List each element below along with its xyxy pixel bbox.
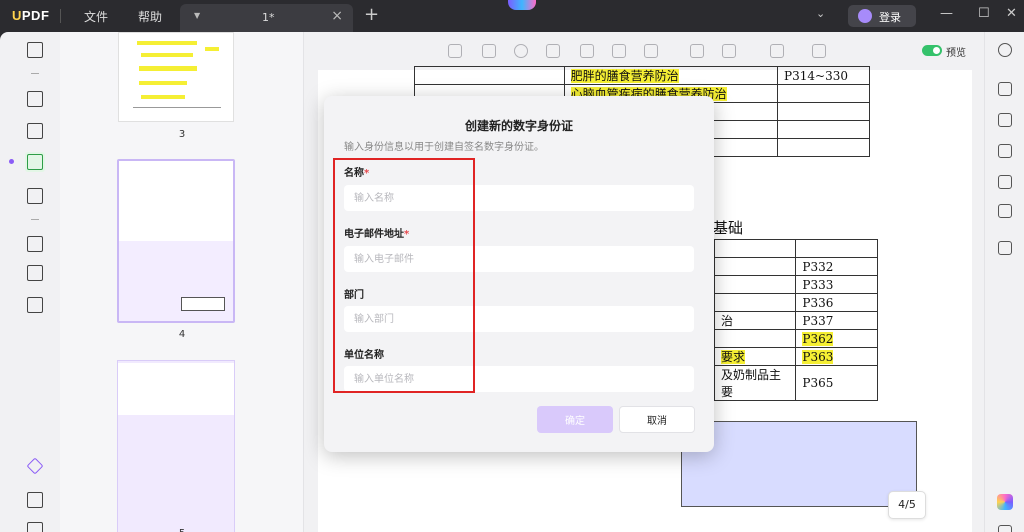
divider bbox=[31, 219, 39, 220]
document-tab[interactable]: ▼ 1* × bbox=[180, 4, 353, 32]
avatar-icon bbox=[858, 9, 872, 23]
heading-fragment: 基础 bbox=[713, 219, 744, 237]
layers-icon[interactable] bbox=[25, 456, 45, 476]
notes-icon[interactable] bbox=[998, 525, 1012, 532]
page-thumbnail-selected[interactable] bbox=[117, 159, 235, 323]
tools-icon[interactable] bbox=[25, 295, 45, 315]
text-field-icon[interactable] bbox=[448, 44, 462, 58]
page-number-label: 5 bbox=[60, 528, 303, 532]
close-window-icon[interactable]: ✕ bbox=[1006, 6, 1017, 21]
dialog-subtitle: 输入身份信息以用于创建自签名数字身份证。 bbox=[344, 142, 544, 153]
table-cell: P363 bbox=[802, 349, 834, 364]
tab-name: 1* bbox=[262, 11, 275, 24]
table-cell bbox=[713, 293, 797, 312]
email-icon[interactable] bbox=[998, 204, 1012, 218]
reader-icon[interactable] bbox=[25, 40, 45, 60]
chevron-down-icon[interactable]: ⌄ bbox=[816, 7, 825, 20]
fill-sign-icon[interactable] bbox=[25, 186, 45, 206]
attachment-icon[interactable] bbox=[25, 520, 45, 532]
table-cell bbox=[713, 329, 797, 348]
bookmark-icon[interactable] bbox=[25, 490, 45, 510]
organize-pages-icon[interactable] bbox=[25, 234, 45, 254]
grid-icon[interactable] bbox=[722, 44, 736, 58]
table-cell: P333 bbox=[795, 275, 878, 294]
table-cell: P362 bbox=[802, 331, 834, 346]
cancel-button[interactable]: 取消 bbox=[619, 406, 695, 433]
table-cell: P365 bbox=[795, 365, 878, 401]
page-indicator[interactable]: 4/5 bbox=[888, 491, 926, 519]
dialog-title: 创建新的数字身份证 bbox=[464, 119, 573, 133]
form-toolbar: 预览 bbox=[304, 32, 984, 70]
align-icon[interactable] bbox=[770, 44, 784, 58]
share-icon[interactable] bbox=[998, 175, 1012, 189]
app-logo: UPDF bbox=[12, 8, 50, 23]
protect-icon[interactable] bbox=[998, 144, 1012, 158]
page-thumbnail[interactable] bbox=[118, 32, 234, 122]
preview-toggle[interactable] bbox=[922, 45, 942, 56]
ai-icon[interactable] bbox=[997, 494, 1013, 510]
doc-table-refs: P332 P333 P336 治 P337 P362 要求 P363 及奶制品主要 P… bbox=[713, 239, 878, 401]
form-field-box[interactable] bbox=[681, 421, 917, 507]
save-icon[interactable] bbox=[998, 241, 1012, 255]
active-indicator bbox=[9, 159, 14, 164]
table-cell: P314~330 bbox=[777, 66, 870, 85]
page-number-label: 4 bbox=[178, 329, 186, 340]
menu-file[interactable]: 文件 bbox=[84, 8, 108, 25]
properties-icon[interactable] bbox=[812, 44, 826, 58]
title-bar: UPDF 文件 帮助 ▼ 1* × + ⌄ 登录 — ☐ ✕ bbox=[0, 0, 1024, 32]
dropdown-field-icon[interactable] bbox=[546, 44, 560, 58]
table-cell: 治 bbox=[713, 311, 797, 330]
table-cell: 肥胖的膳食营养防治 bbox=[570, 69, 679, 83]
digital-id-dialog: 创建新的数字身份证 输入身份信息以用于创建自签名数字身份证。 名称* 电子邮件地… bbox=[324, 96, 714, 452]
right-tool-strip bbox=[984, 32, 1024, 532]
button-field-icon[interactable] bbox=[612, 44, 626, 58]
table-cell bbox=[713, 275, 797, 294]
form-icon[interactable] bbox=[25, 152, 45, 172]
comment-icon[interactable] bbox=[25, 89, 45, 109]
preview-label: 预览 bbox=[946, 48, 966, 59]
left-tool-strip bbox=[0, 32, 60, 532]
convert-icon[interactable] bbox=[998, 113, 1012, 127]
divider bbox=[31, 73, 39, 74]
new-tab-icon[interactable]: + bbox=[364, 4, 379, 25]
page-number-label: 3 bbox=[178, 129, 186, 140]
table-cell: 要求 bbox=[721, 350, 746, 364]
table-cell: P332 bbox=[795, 257, 878, 276]
signature-field-icon[interactable] bbox=[644, 44, 658, 58]
minimize-icon[interactable]: — bbox=[940, 6, 953, 21]
list-box-icon[interactable] bbox=[580, 44, 594, 58]
page-thumbnail[interactable] bbox=[117, 360, 235, 532]
table-cell: 及奶制品主要 bbox=[713, 365, 797, 401]
table-cell: P336 bbox=[795, 293, 878, 312]
title-separator bbox=[60, 9, 61, 23]
checkbox-icon[interactable] bbox=[482, 44, 496, 58]
table-cell: P337 bbox=[795, 311, 878, 330]
login-button[interactable]: 登录 bbox=[848, 5, 916, 27]
crop-icon[interactable] bbox=[25, 263, 45, 283]
highlight-annotation bbox=[333, 158, 475, 393]
edit-pdf-icon[interactable] bbox=[25, 121, 45, 141]
menu-help[interactable]: 帮助 bbox=[138, 8, 162, 25]
duplicate-icon[interactable] bbox=[690, 44, 704, 58]
confirm-button[interactable]: 确定 bbox=[537, 406, 613, 433]
maximize-icon[interactable]: ☐ bbox=[978, 6, 990, 21]
ai-assistant-icon[interactable] bbox=[508, 0, 536, 10]
radio-button-icon[interactable] bbox=[514, 44, 528, 58]
tab-close-icon[interactable]: × bbox=[331, 8, 343, 24]
ocr-icon[interactable] bbox=[998, 82, 1012, 96]
thumbnail-panel: 3 4 5 bbox=[60, 32, 304, 532]
tab-dropdown-icon[interactable]: ▼ bbox=[194, 11, 200, 20]
search-icon[interactable] bbox=[998, 43, 1012, 57]
login-label: 登录 bbox=[879, 11, 901, 24]
table-cell bbox=[713, 257, 797, 276]
